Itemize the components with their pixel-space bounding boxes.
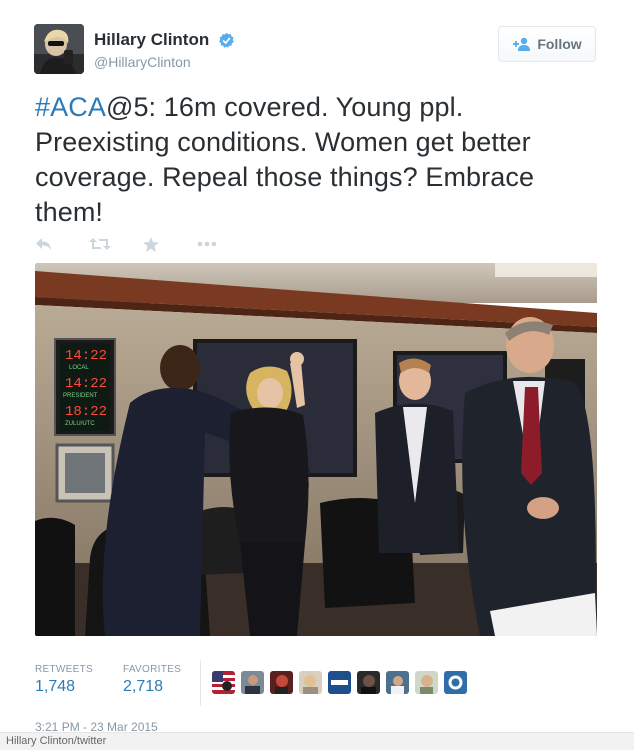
- favoriter-avatar[interactable]: [241, 671, 264, 694]
- avatar-photo-icon: [357, 671, 380, 694]
- follow-button-label: Follow: [537, 36, 582, 52]
- favoriter-avatar[interactable]: [212, 671, 235, 694]
- favorites-stat[interactable]: FAVORITES 2,718: [123, 664, 181, 696]
- retweet-icon: [89, 238, 111, 250]
- reply-icon: [36, 238, 51, 250]
- clock-zulu: 18:22: [65, 404, 107, 420]
- retweets-label: RETWEETS: [35, 664, 93, 675]
- user-identity: Hillary Clinton @HillaryClinton: [94, 30, 235, 70]
- tweet-stats: RETWEETS 1,748 FAVORITES 2,718: [35, 664, 211, 696]
- user-avatar[interactable]: [34, 24, 84, 74]
- user-handle[interactable]: @HillaryClinton: [94, 54, 235, 70]
- clock-president: 14:22: [65, 376, 107, 392]
- avatar-photo-icon: [241, 671, 264, 694]
- verified-badge-icon: [218, 32, 234, 48]
- favorites-count: 2,718: [122, 678, 164, 695]
- favorite-button[interactable]: [143, 233, 197, 255]
- retweets-count: 1,748: [35, 678, 76, 695]
- tweet-body: @5: 16m covered. Young ppl. Preexisting …: [35, 92, 535, 227]
- star-icon: [143, 236, 159, 252]
- favorites-label: FAVORITES: [122, 664, 182, 675]
- tweet-actions: [35, 233, 251, 255]
- more-button[interactable]: [197, 233, 251, 255]
- tweet-text: #ACA@5: 16m covered. Young ppl. Preexist…: [35, 90, 605, 230]
- reply-button[interactable]: [35, 233, 89, 255]
- situation-room-photo: 14:22 LOCAL 14:22 PRESIDENT 18:22 ZULU/U…: [35, 263, 597, 636]
- clock-local-label: LOCAL: [69, 365, 89, 371]
- avatar-photo-icon: [415, 671, 438, 694]
- favoriter-avatar[interactable]: [328, 671, 351, 694]
- add-person-icon: [513, 37, 531, 51]
- favoriter-avatar[interactable]: [386, 671, 409, 694]
- tweet-card: Hillary Clinton @HillaryClinton Follow #…: [0, 0, 634, 750]
- avatar-photo-icon: [270, 671, 293, 694]
- avatar-photo-icon: [299, 671, 322, 694]
- more-icon: [197, 241, 217, 247]
- favoriter-avatar[interactable]: [357, 671, 380, 694]
- hashtag-link[interactable]: #ACA: [35, 92, 106, 122]
- favoriter-avatar[interactable]: [270, 671, 293, 694]
- avatar-logo-icon: [328, 671, 351, 694]
- avatar-photo-icon: [386, 671, 409, 694]
- clock-zulu-label: ZULU/UTC: [65, 421, 95, 427]
- follow-button[interactable]: Follow: [498, 26, 596, 62]
- avatar-logo-icon: [444, 671, 467, 694]
- retweet-button[interactable]: [89, 233, 143, 255]
- image-credit: Hillary Clinton/twitter: [0, 732, 634, 750]
- clock-local: 14:22: [65, 348, 107, 364]
- tweet-photo[interactable]: 14:22 LOCAL 14:22 PRESIDENT 18:22 ZULU/U…: [35, 263, 597, 636]
- stats-divider: [200, 660, 201, 706]
- clock-president-label: PRESIDENT: [63, 393, 98, 399]
- avatar-flag-icon: [212, 671, 235, 694]
- avatar-photo: [34, 24, 84, 74]
- favoriter-avatar[interactable]: [444, 671, 467, 694]
- retweets-stat[interactable]: RETWEETS 1,748: [35, 664, 93, 696]
- display-name[interactable]: Hillary Clinton: [94, 30, 209, 50]
- favoriter-avatar[interactable]: [299, 671, 322, 694]
- favoriters-list: [212, 671, 473, 694]
- favoriter-avatar[interactable]: [415, 671, 438, 694]
